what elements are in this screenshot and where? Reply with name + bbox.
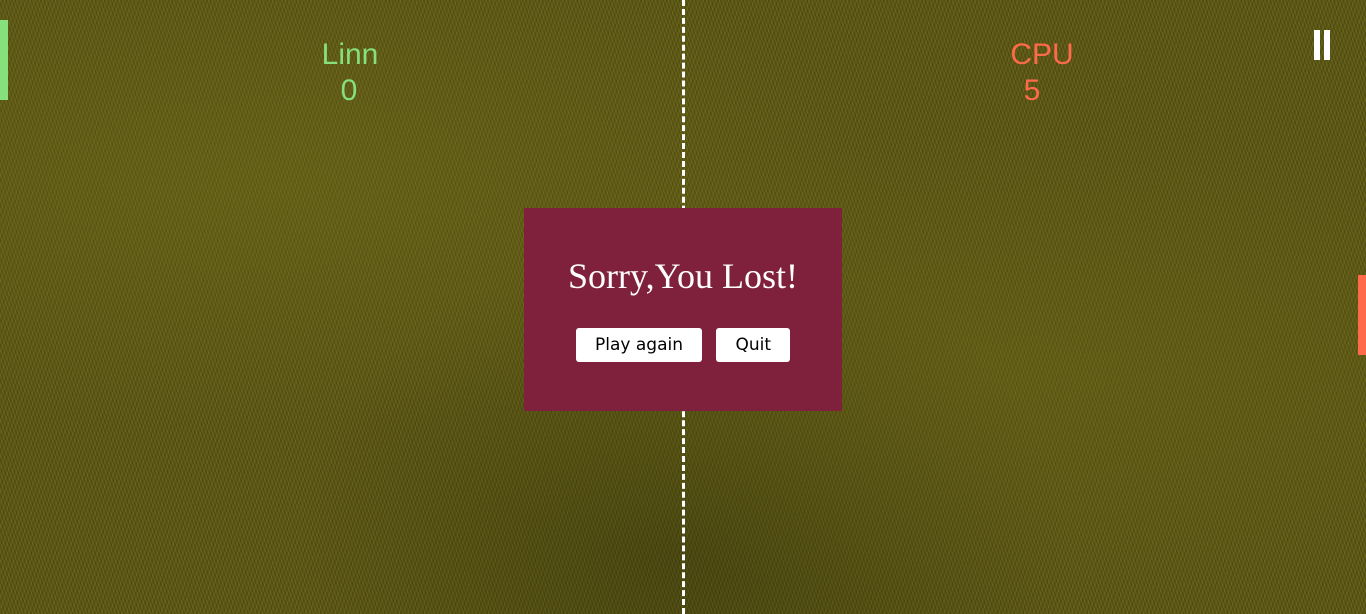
quit-button[interactable]: Quit [716, 328, 790, 362]
game-over-dialog: Sorry,You Lost! Play again Quit [524, 208, 842, 411]
pause-button[interactable] [1308, 30, 1334, 62]
cpu-paddle [1358, 275, 1366, 355]
player-score: 0 [340, 74, 358, 107]
player-paddle[interactable] [0, 20, 8, 100]
play-again-button[interactable]: Play again [576, 328, 702, 362]
cpu-scoreboard: CPU 5 [992, 37, 1092, 109]
game-over-message: Sorry,You Lost! [567, 256, 799, 296]
player-scoreboard: Linn 0 [300, 37, 400, 109]
cpu-name: CPU [1010, 38, 1074, 71]
cpu-score: 5 [1023, 74, 1041, 107]
player-name: Linn [321, 38, 379, 71]
dialog-actions: Play again Quit [524, 328, 842, 362]
